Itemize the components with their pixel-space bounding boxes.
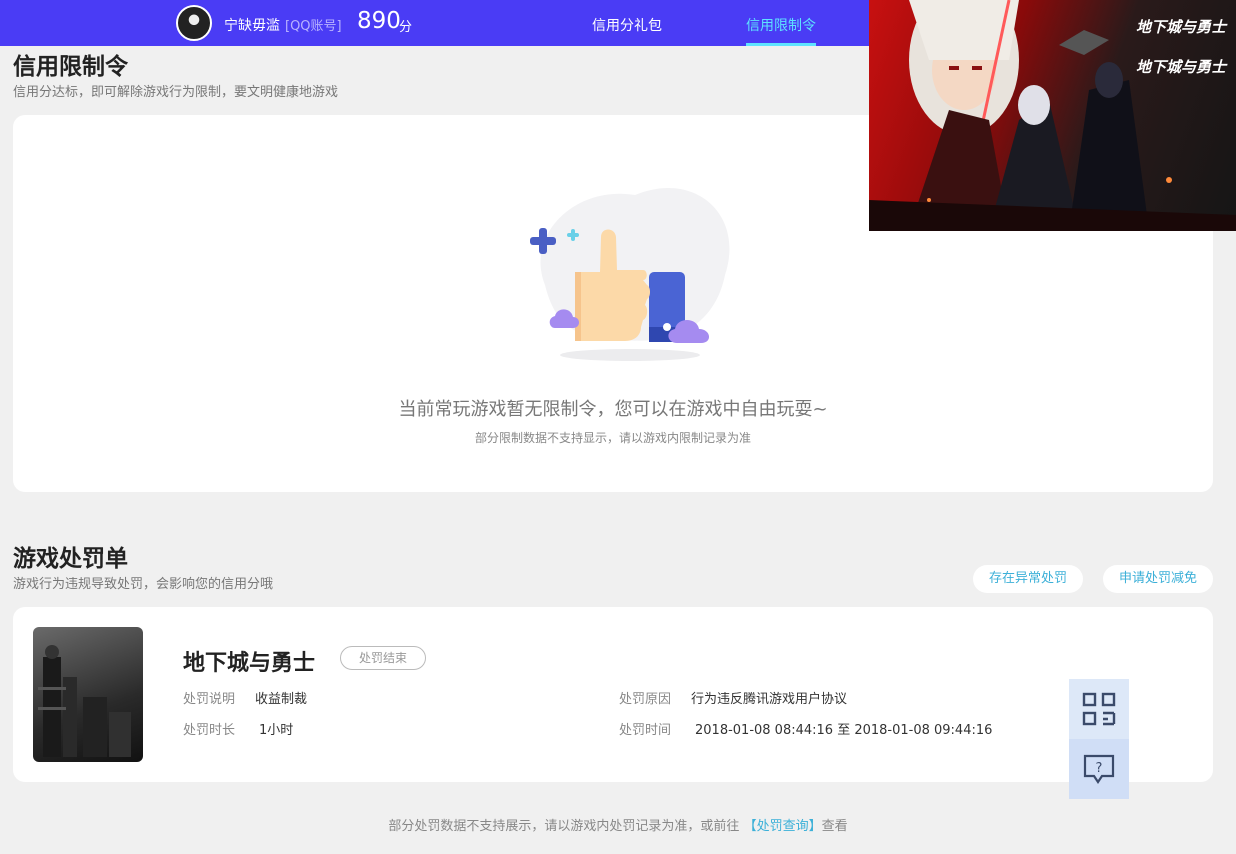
penalty-time-value: 2018-01-08 08:44:16 至 2018-01-08 09:44:1… <box>695 723 993 738</box>
thumbs-up-illustration <box>530 187 730 361</box>
penalty-title: 游戏处罚单 <box>13 546 128 572</box>
abnormal-penalty-button[interactable]: 存在异常处罚 <box>973 565 1083 593</box>
credit-score: 890 <box>357 8 401 34</box>
help-feedback-button[interactable]: ? <box>1069 739 1129 799</box>
game-thumbnail <box>33 627 143 762</box>
game-name: 地下城与勇士 <box>183 651 316 676</box>
active-nav-indicator <box>746 43 816 46</box>
footer-note: 部分处罚数据不支持展示，请以游戏内处罚记录为准，或前往 【处罚查询】查看 <box>0 815 1236 834</box>
nav-credit-restriction[interactable]: 信用限制令 <box>746 15 816 35</box>
nav-credit-gift[interactable]: 信用分礼包 <box>592 15 662 35</box>
footer-text-end: 查看 <box>821 819 848 834</box>
help-chat-icon: ? <box>1083 754 1115 784</box>
penalty-subtitle: 游戏行为违规导致处罚，会影响您的信用分哦 <box>13 577 274 592</box>
footer-text: 部分处罚数据不支持展示，请以游戏内处罚记录为准，或前往 <box>388 819 740 834</box>
status-badge: 处罚结束 <box>340 646 426 670</box>
penalty-desc-value: 收益制裁 <box>255 692 308 707</box>
restriction-subtitle: 信用分达标，即可解除游戏行为限制，要文明健康地游戏 <box>13 85 339 100</box>
game-promo-banner[interactable]: 地下城与勇士 地下城与勇士 <box>869 0 1236 231</box>
svg-text:?: ? <box>1096 761 1103 776</box>
penalty-desc-label: 处罚说明 <box>183 692 236 707</box>
penalty-card: 地下城与勇士 处罚结束 处罚说明 收益制裁 处罚原因 行为违反腾讯游戏用户协议 … <box>13 607 1213 782</box>
empty-state-message: 当前常玩游戏暂无限制令，您可以在游戏中自由玩耍~ <box>398 399 828 420</box>
penalty-duration-value: 1小时 <box>259 723 294 738</box>
empty-state-note: 部分限制数据不支持显示，请以游戏内限制记录为准 <box>474 431 751 445</box>
penalty-time-label: 处罚时间 <box>619 723 672 738</box>
penalty-duration-label: 处罚时长 <box>183 723 236 738</box>
promo-logo-2: 地下城与勇士 <box>1135 58 1226 76</box>
penalty-query-link[interactable]: 【处罚查询】 <box>744 819 822 834</box>
username: 宁缺毋滥 <box>224 18 280 34</box>
penalty-reason-value: 行为违反腾讯游戏用户协议 <box>691 692 848 707</box>
request-reduction-button[interactable]: 申请处罚减免 <box>1103 565 1213 593</box>
account-type: [QQ账号] <box>285 19 342 34</box>
promo-logo-1: 地下城与勇士 <box>1135 18 1226 36</box>
restriction-title: 信用限制令 <box>13 54 128 80</box>
avatar[interactable] <box>176 5 212 41</box>
qr-code-icon <box>1082 692 1116 726</box>
penalty-reason-label: 处罚原因 <box>619 692 672 707</box>
credit-score-unit: 分 <box>399 20 413 35</box>
qr-code-button[interactable] <box>1069 679 1129 739</box>
